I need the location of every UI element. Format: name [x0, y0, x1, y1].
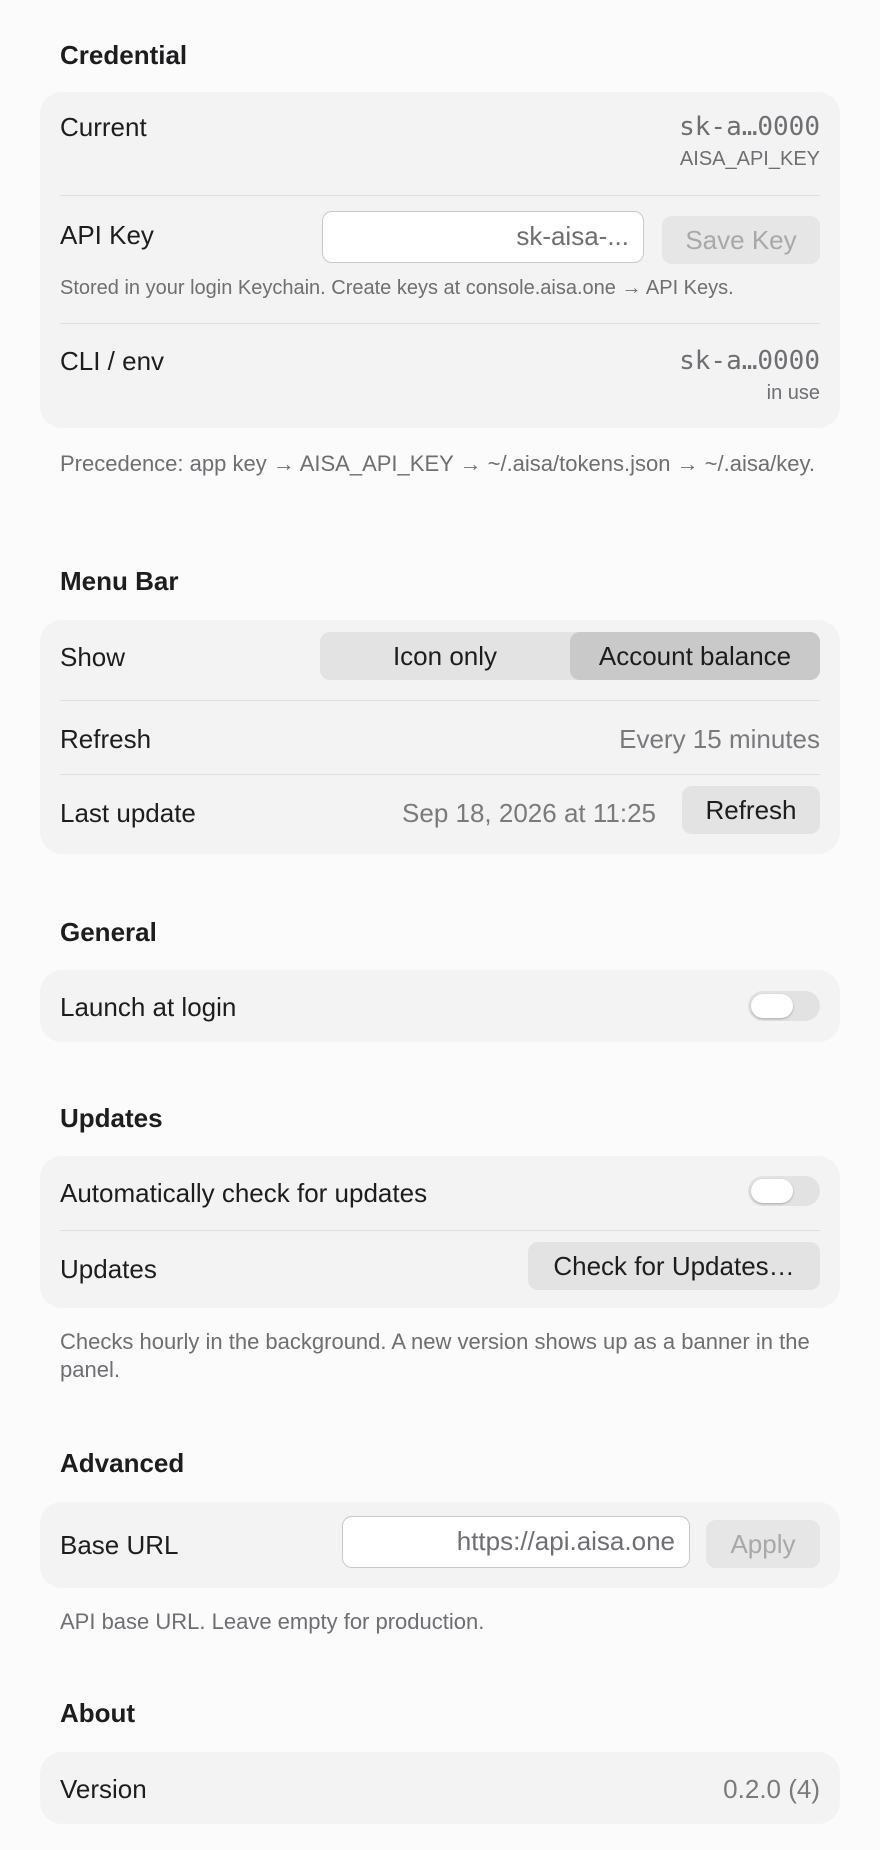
toggle-knob [751, 994, 793, 1018]
save-key-button[interactable]: Save Key [662, 216, 820, 264]
show-label: Show [60, 642, 126, 672]
base-url-input[interactable]: https://api.aisa.one [342, 1516, 690, 1568]
section-title-updates: Updates [60, 1103, 163, 1133]
divider [60, 1230, 820, 1231]
segment-account-balance[interactable]: Account balance [570, 632, 820, 680]
current-key-label: Current [60, 112, 147, 142]
updates-card: Automatically check for updates Updates … [40, 1156, 840, 1308]
divider [60, 195, 820, 196]
last-update-value: Sep 18, 2026 at 11:25 [402, 798, 656, 828]
section-title-menu-bar: Menu Bar [60, 566, 179, 596]
precedence-note: Precedence: app key → AISA_API_KEY → ~/.… [60, 451, 815, 476]
toggle-knob [751, 1179, 793, 1203]
version-value: 0.2.0 (4) [723, 1774, 820, 1804]
auto-check-toggle[interactable] [748, 1176, 820, 1206]
base-url-note: API base URL. Leave empty for production… [60, 1609, 485, 1634]
current-key-source: AISA_API_KEY [679, 148, 820, 170]
divider [60, 700, 820, 701]
credential-card: Current sk-a…0000 AISA_API_KEY API Key s… [40, 92, 840, 428]
divider [60, 774, 820, 775]
last-update-label: Last update [60, 798, 196, 828]
general-card: Launch at login [40, 970, 840, 1042]
api-key-input[interactable]: sk-aisa-... [322, 211, 644, 263]
auto-check-label: Automatically check for updates [60, 1178, 428, 1208]
segment-icon-only[interactable]: Icon only [320, 632, 570, 680]
divider [60, 323, 820, 324]
refresh-interval-value[interactable]: Every 15 minutes [619, 724, 820, 755]
updates-label: Updates [60, 1254, 157, 1284]
menu-bar-card: Show Icon only Account balance Refresh E… [40, 620, 840, 854]
section-title-about: About [60, 1698, 136, 1728]
refresh-label: Refresh [60, 724, 152, 754]
section-title-general: General [60, 917, 157, 947]
check-for-updates-button[interactable]: Check for Updates… [528, 1242, 820, 1290]
about-card: Version 0.2.0 (4) [40, 1752, 840, 1824]
advanced-card: Base URL https://api.aisa.one Apply [40, 1502, 840, 1588]
base-url-label: Base URL [60, 1530, 179, 1560]
current-key-value: sk-a…0000 [679, 112, 820, 142]
cli-env-status: in use [766, 382, 820, 404]
updates-note: Checks hourly in the background. A new v… [60, 1329, 810, 1382]
keychain-note: Stored in your login Keychain. Create ke… [60, 277, 734, 299]
launch-at-login-toggle[interactable] [748, 991, 820, 1021]
settings-page: Credential Current sk-a…0000 AISA_API_KE… [0, 0, 880, 1850]
launch-at-login-label: Launch at login [60, 992, 237, 1022]
apply-button[interactable]: Apply [706, 1520, 820, 1568]
refresh-button[interactable]: Refresh [682, 786, 820, 834]
show-segmented-control[interactable]: Icon only Account balance [320, 632, 820, 680]
cli-env-label: CLI / env [60, 346, 165, 376]
cli-env-value: sk-a…0000 [679, 346, 820, 376]
section-title-advanced: Advanced [60, 1448, 185, 1478]
section-title-credential: Credential [60, 40, 188, 70]
api-key-label: API Key [60, 220, 154, 250]
version-label: Version [60, 1774, 147, 1804]
